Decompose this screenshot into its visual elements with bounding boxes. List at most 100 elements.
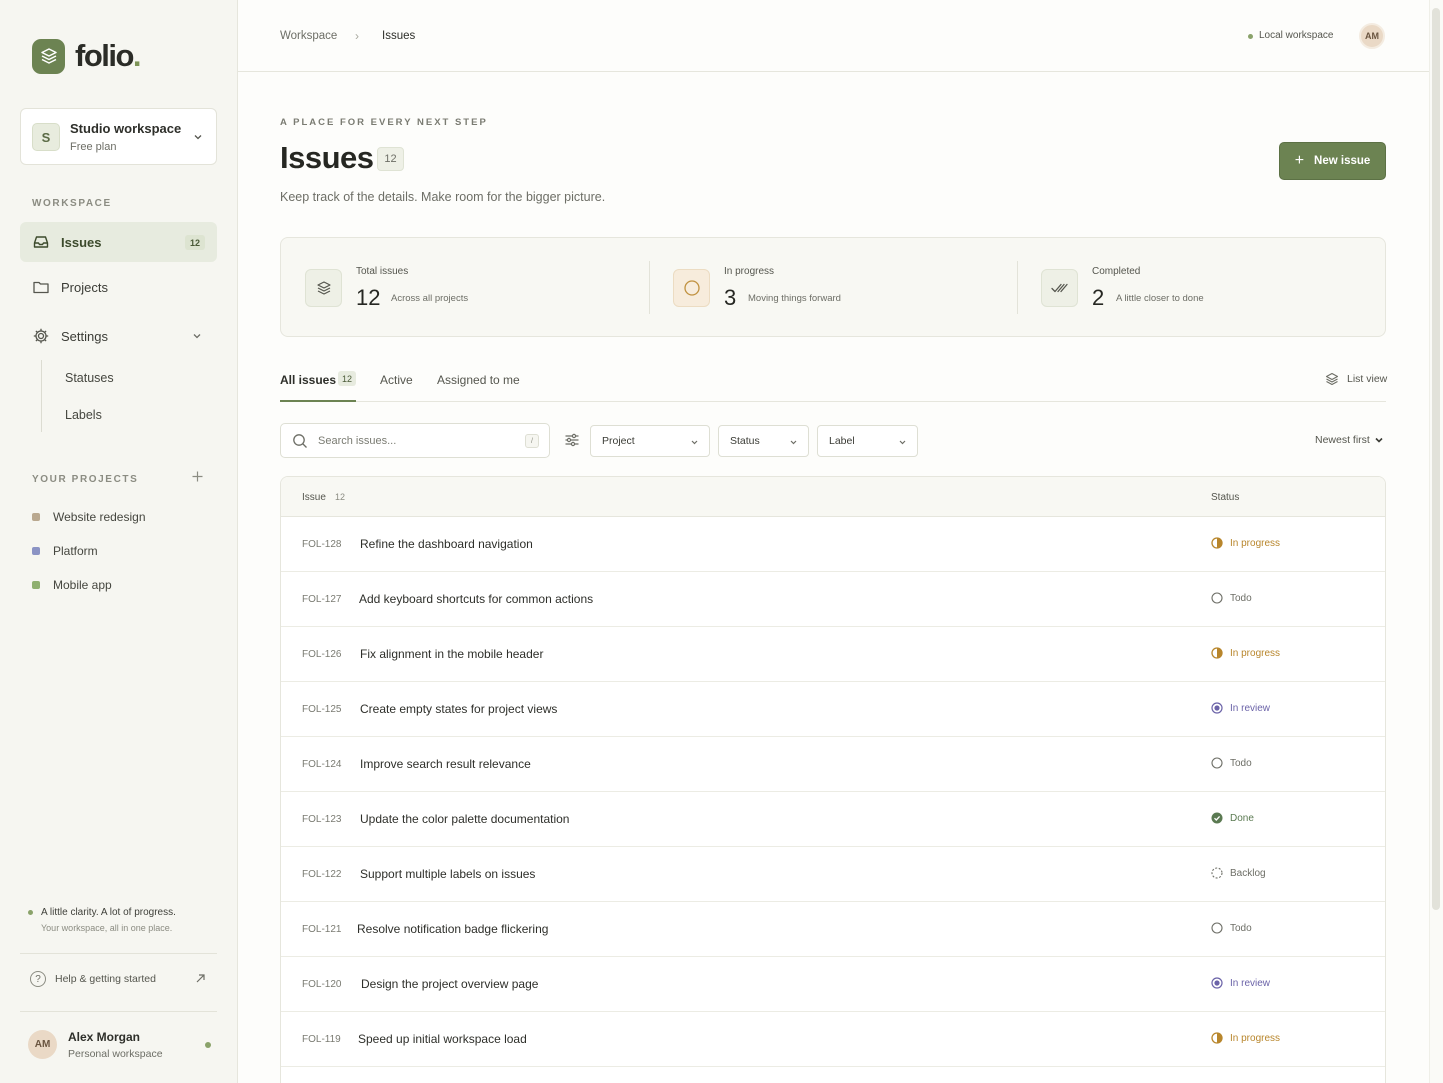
stat-value: 2: [1092, 285, 1105, 310]
top-avatar[interactable]: AM: [1359, 23, 1385, 49]
breadcrumb-issues: Issues: [382, 30, 416, 42]
issue-title[interactable]: Speed up initial workspace load: [358, 1032, 527, 1046]
issue-status[interactable]: Todo: [1211, 757, 1252, 769]
help-link[interactable]: ? Help & getting started: [30, 971, 156, 987]
issue-status[interactable]: In progress: [1211, 537, 1280, 549]
project-name: Mobile app: [53, 578, 112, 592]
chevron-down-icon: [790, 440, 797, 445]
issue-title[interactable]: Create empty states for project views: [360, 702, 557, 716]
column-header-status[interactable]: Status: [1211, 492, 1239, 503]
settings-sub-line: [41, 360, 42, 432]
workspace-avatar: S: [32, 123, 60, 151]
column-header-issue[interactable]: Issue: [302, 492, 326, 503]
label-filter-dropdown[interactable]: Label: [817, 425, 918, 457]
status-label: In progress: [1230, 647, 1281, 659]
status-label: In progress: [1230, 1032, 1281, 1044]
new-issue-button[interactable]: + New issue: [1279, 142, 1386, 180]
status-label: Todo: [1230, 757, 1252, 769]
issue-status[interactable]: In review: [1211, 977, 1270, 989]
sliders-icon[interactable]: [564, 432, 580, 448]
stats-panel: Total issues 12 Across all projects In p…: [280, 237, 1386, 337]
status-label: In review: [1230, 977, 1271, 989]
breadcrumb-workspace[interactable]: Workspace: [280, 30, 337, 42]
sort-dropdown[interactable]: Newest first: [1315, 434, 1384, 446]
issue-status[interactable]: Todo: [1211, 592, 1252, 604]
chevron-down-icon: [899, 440, 906, 445]
stat-value: 3: [724, 285, 737, 310]
sidebar-item-settings[interactable]: Settings: [20, 316, 217, 356]
sidebar-tagline-sub: Your workspace, all in one place.: [41, 923, 173, 933]
active-tab-indicator: [280, 400, 356, 402]
sidebar-project-platform[interactable]: Platform: [32, 544, 98, 558]
status-label: In progress: [1230, 537, 1281, 549]
sidebar-item-projects[interactable]: Projects: [20, 267, 217, 307]
done-check-icon: [1211, 812, 1223, 824]
issues-count-badge: 12: [185, 235, 205, 250]
sidebar-item-issues[interactable]: Issues 12: [20, 222, 217, 262]
tagline-dot: [28, 910, 33, 915]
layers-icon: [305, 269, 342, 307]
tab-all-issues[interactable]: All issues: [280, 373, 336, 387]
column-header-count: 12: [335, 492, 346, 502]
issue-status[interactable]: Todo: [1211, 922, 1252, 934]
status-filter-dropdown[interactable]: Status: [718, 425, 809, 457]
logo[interactable]: folio.: [32, 38, 142, 74]
issue-status[interactable]: In review: [1211, 702, 1270, 714]
stat-sub: Across all projects: [391, 293, 469, 304]
status-label: Backlog: [1230, 867, 1266, 879]
table-row[interactable]: FOL-123 Update the color palette document…: [281, 792, 1385, 847]
issue-title[interactable]: Design the project overview page: [361, 977, 538, 991]
todo-circle-icon: [1211, 922, 1223, 934]
user-avatar[interactable]: AM: [28, 1030, 57, 1059]
sidebar-subitem-statuses[interactable]: Statuses: [65, 371, 114, 385]
stat-in-progress: In progress 3 Moving things forward: [649, 238, 1017, 338]
layers-icon: [1325, 372, 1339, 386]
sidebar-item-label: Projects: [61, 279, 108, 295]
folder-icon: [32, 278, 50, 296]
issue-title[interactable]: Improve search result relevance: [360, 757, 531, 771]
stat-label: In progress: [724, 266, 775, 277]
stat-sub: A little closer to done: [1116, 293, 1204, 304]
in-progress-icon: [1211, 647, 1223, 659]
table-row[interactable]: FOL-125 Create empty states for project v…: [281, 682, 1385, 737]
list-view-toggle[interactable]: List view: [1325, 372, 1387, 386]
table-row[interactable]: FOL-126 Fix alignment in the mobile heade…: [281, 627, 1385, 682]
tabs-divider: [280, 401, 1386, 402]
sidebar-project-mobile-app[interactable]: Mobile app: [32, 578, 112, 592]
scrollbar-thumb[interactable]: [1432, 8, 1440, 910]
sidebar-subitem-labels[interactable]: Labels: [65, 408, 102, 422]
table-row[interactable]: FOL-120 Design the project overview page I…: [281, 957, 1385, 1012]
local-workspace-indicator: Local workspace: [1259, 30, 1334, 41]
issue-status[interactable]: In progress: [1211, 647, 1280, 659]
table-row[interactable]: FOL-127 Add keyboard shortcuts for common…: [281, 572, 1385, 627]
sidebar-project-website-redesign[interactable]: Website redesign: [32, 510, 146, 524]
issue-title[interactable]: Fix alignment in the mobile header: [360, 647, 543, 661]
table-row[interactable]: FOL-121 Resolve notification badge flicke…: [281, 902, 1385, 957]
issue-status[interactable]: Backlog: [1211, 867, 1266, 879]
new-issue-label: New issue: [1314, 155, 1371, 167]
dropdown-label: Label: [829, 435, 855, 447]
issue-status[interactable]: Done: [1211, 812, 1254, 824]
gear-icon: [32, 327, 50, 345]
search-input[interactable]: [318, 432, 518, 450]
issue-title[interactable]: Resolve notification badge flickering: [357, 922, 548, 936]
stat-value: 12: [356, 285, 381, 310]
issue-status[interactable]: In progress: [1211, 1032, 1280, 1044]
tab-assigned-to-me[interactable]: Assigned to me: [437, 373, 520, 387]
table-row[interactable]: FOL-119 Speed up initial workspace load In…: [281, 1012, 1385, 1067]
add-project-icon[interactable]: [191, 470, 204, 483]
page-subtitle: Keep track of the details. Make room for…: [280, 190, 606, 204]
workspace-switcher[interactable]: S Studio workspace Free plan: [20, 108, 217, 165]
table-row[interactable]: FOL-122 Support multiple labels on issues…: [281, 847, 1385, 902]
table-row[interactable]: FOL-124 Improve search result relevance To…: [281, 737, 1385, 792]
issue-title[interactable]: Support multiple labels on issues: [360, 867, 535, 881]
project-filter-dropdown[interactable]: Project: [590, 425, 710, 457]
topbar: Workspace › Issues Local workspace AM: [238, 0, 1429, 72]
issue-title[interactable]: Update the color palette documentation: [360, 812, 569, 826]
logo-text: folio.: [75, 38, 142, 73]
issue-title[interactable]: Add keyboard shortcuts for common action…: [359, 592, 593, 606]
issue-title[interactable]: Refine the dashboard navigation: [360, 537, 533, 551]
issues-table: Issue 12 Status FOL-128 Refine the dashbo…: [280, 476, 1386, 1083]
table-row[interactable]: FOL-128 Refine the dashboard navigation In…: [281, 517, 1385, 572]
tab-active[interactable]: Active: [380, 373, 413, 387]
